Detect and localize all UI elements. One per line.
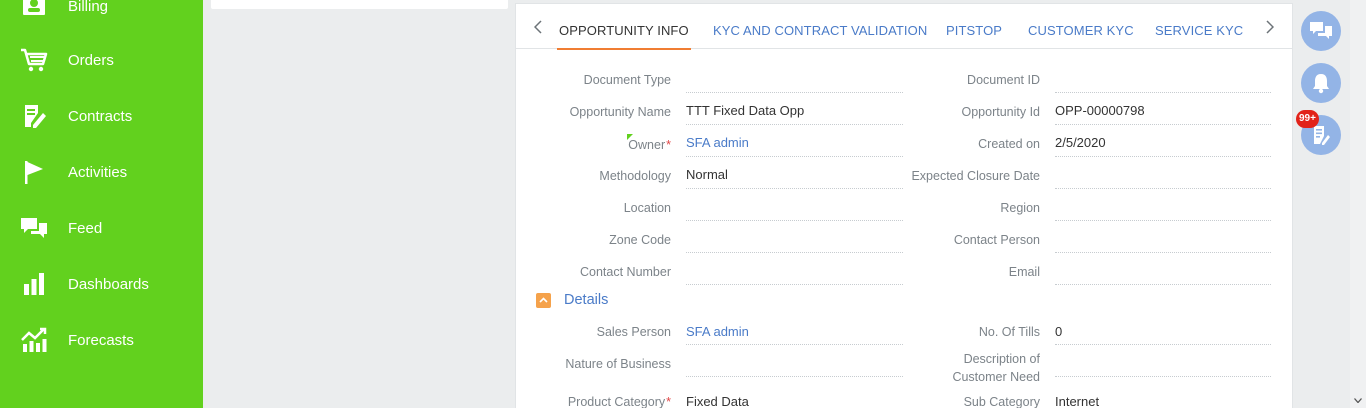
flag-icon bbox=[20, 158, 48, 186]
sidebar-item-label: Contracts bbox=[68, 107, 133, 125]
sub-category-label: Sub Category bbox=[963, 395, 1040, 408]
sidebar-item-orders[interactable]: Orders bbox=[0, 32, 203, 88]
document-type-label: Document Type bbox=[583, 73, 671, 87]
created-on-field[interactable] bbox=[1055, 156, 1271, 157]
opportunity-name-field[interactable] bbox=[686, 124, 903, 125]
sidebar-item-label: Feed bbox=[68, 219, 103, 237]
opportunity-name-value[interactable]: TTT Fixed Data Opp bbox=[686, 103, 804, 119]
sidebar-item-feed[interactable]: Feed bbox=[0, 200, 203, 256]
product-category-value[interactable]: Fixed Data bbox=[686, 394, 749, 408]
description-of-customer-need-label-line2: Customer Need bbox=[952, 370, 1040, 384]
created-on-value[interactable]: 2/5/2020 bbox=[1055, 135, 1106, 151]
collapse-toggle-icon[interactable] bbox=[536, 292, 551, 308]
opportunity-card: OPPORTUNITY INFO KYC AND CONTRACT VALIDA… bbox=[515, 3, 1293, 408]
bar-chart-icon bbox=[20, 270, 48, 298]
description-of-customer-need-field[interactable] bbox=[1055, 376, 1271, 377]
nature-of-business-label: Nature of Business bbox=[565, 357, 671, 371]
tab-bar: OPPORTUNITY INFO KYC AND CONTRACT VALIDA… bbox=[516, 4, 1292, 50]
chevron-left-icon bbox=[534, 20, 542, 34]
email-label: Email bbox=[1008, 265, 1040, 279]
methodology-field[interactable] bbox=[686, 188, 903, 189]
tab-scroll-left-button[interactable] bbox=[530, 18, 546, 36]
sidebar-item-label: Dashboards bbox=[68, 275, 149, 293]
bell-icon bbox=[1313, 74, 1329, 94]
description-of-customer-need-label-line1: Description of bbox=[963, 352, 1040, 366]
tab-service-kyc[interactable]: SERVICE KYC bbox=[1155, 4, 1243, 49]
opportunity-name-label: Opportunity Name bbox=[569, 105, 671, 119]
location-label: Location bbox=[623, 201, 671, 215]
region-label: Region bbox=[1000, 201, 1040, 215]
notification-count-badge: 99+ bbox=[1296, 110, 1319, 128]
sidebar-item-forecasts[interactable]: Forecasts bbox=[0, 312, 203, 368]
nature-of-business-field[interactable] bbox=[686, 376, 903, 377]
product-category-label: Product Category* bbox=[567, 395, 671, 408]
zone-code-field[interactable] bbox=[686, 252, 903, 253]
notes-icon bbox=[1314, 126, 1330, 145]
sales-person-label: Sales Person bbox=[596, 325, 671, 339]
sidebar-item-activities[interactable]: Activities bbox=[0, 144, 203, 200]
tab-scroll-right-button[interactable] bbox=[1262, 18, 1278, 36]
document-type-field[interactable] bbox=[686, 92, 903, 93]
notifications-button[interactable] bbox=[1301, 63, 1341, 103]
no-of-tills-label: No. Of Tills bbox=[978, 325, 1040, 339]
chat-icon bbox=[1310, 22, 1332, 39]
no-of-tills-value[interactable]: 0 bbox=[1055, 324, 1062, 340]
sales-person-field[interactable] bbox=[686, 344, 903, 345]
cart-icon bbox=[20, 46, 48, 74]
sidebar-item-dashboards[interactable]: Dashboards bbox=[0, 256, 203, 312]
opportunity-id-field bbox=[1055, 124, 1271, 125]
sidebar-item-label: Forecasts bbox=[68, 331, 134, 349]
zone-code-label: Zone Code bbox=[609, 233, 671, 247]
sidebar-item-contracts[interactable]: Contracts bbox=[0, 88, 203, 144]
contact-number-field[interactable] bbox=[686, 284, 903, 285]
page-scrollbar[interactable] bbox=[1350, 0, 1366, 408]
owner-label: Owner* bbox=[628, 138, 671, 152]
expected-closure-date-label: Expected Closure Date bbox=[911, 169, 1040, 183]
location-field[interactable] bbox=[686, 220, 903, 221]
contract-edit-icon bbox=[20, 102, 48, 130]
contact-person-label: Contact Person bbox=[953, 233, 1040, 247]
contact-person-field[interactable] bbox=[1055, 252, 1271, 253]
sidebar-item-label: Orders bbox=[68, 51, 114, 69]
chat-button[interactable] bbox=[1301, 11, 1341, 51]
created-on-label: Created on bbox=[978, 137, 1040, 151]
owner-value[interactable]: SFA admin bbox=[686, 135, 749, 151]
methodology-label: Methodology bbox=[599, 169, 671, 183]
chat-bubbles-icon bbox=[20, 214, 48, 242]
tab-pitstop[interactable]: PITSTOP bbox=[946, 4, 1002, 49]
required-marker: * bbox=[666, 138, 671, 152]
no-of-tills-field[interactable] bbox=[1055, 344, 1271, 345]
billing-icon bbox=[20, 0, 48, 20]
scroll-down-button[interactable] bbox=[1350, 394, 1366, 406]
sidebar: Billing Orders Contracts Activities Feed… bbox=[0, 0, 203, 408]
chevron-right-icon bbox=[1266, 20, 1274, 34]
expected-closure-date-field[interactable] bbox=[1055, 188, 1271, 189]
sidebar-item-billing[interactable]: Billing bbox=[0, 0, 203, 34]
trend-chart-icon bbox=[20, 326, 48, 354]
sales-person-value[interactable]: SFA admin bbox=[686, 324, 749, 340]
sidebar-item-label: Activities bbox=[68, 163, 128, 181]
document-id-field[interactable] bbox=[1055, 92, 1271, 93]
details-section-title: Details bbox=[564, 292, 609, 308]
tab-kyc-and-contract-validation[interactable]: KYC AND CONTRACT VALIDATION bbox=[713, 4, 927, 49]
opportunity-id-value: OPP-00000798 bbox=[1055, 103, 1145, 118]
tab-opportunity-info[interactable]: OPPORTUNITY INFO bbox=[557, 4, 691, 50]
methodology-value[interactable]: Normal bbox=[686, 167, 728, 183]
sub-category-value[interactable]: Internet bbox=[1055, 394, 1099, 408]
opportunity-id-label: Opportunity Id bbox=[961, 105, 1040, 119]
document-id-label: Document ID bbox=[967, 73, 1040, 87]
contact-number-label: Contact Number bbox=[579, 265, 671, 279]
owner-field[interactable] bbox=[686, 156, 903, 157]
left-panel bbox=[211, 0, 508, 9]
email-field[interactable] bbox=[1055, 284, 1271, 285]
chevron-down-icon bbox=[1354, 397, 1362, 403]
region-field[interactable] bbox=[1055, 220, 1271, 221]
tab-customer-kyc[interactable]: CUSTOMER KYC bbox=[1028, 4, 1134, 49]
required-marker: * bbox=[666, 395, 671, 408]
details-section-header[interactable]: Details bbox=[536, 292, 608, 308]
sidebar-item-label: Billing bbox=[68, 0, 109, 15]
